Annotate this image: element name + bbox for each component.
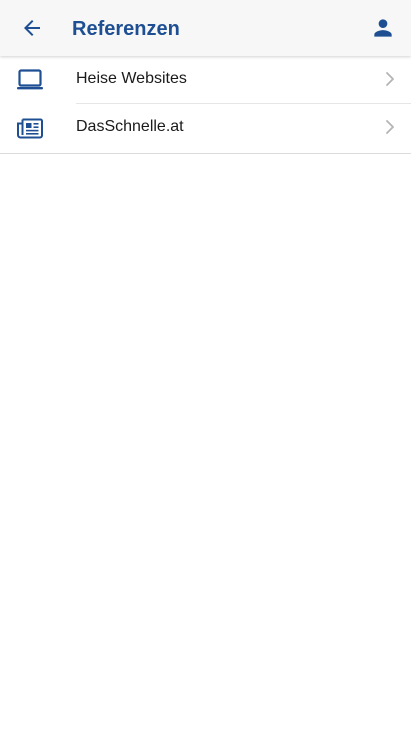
page-title: Referenzen: [72, 18, 180, 40]
chevron-right-icon: [383, 69, 397, 89]
list-item-heise-websites[interactable]: Heise Websites: [0, 56, 411, 104]
chevron-right-icon: [383, 117, 397, 137]
account-button[interactable]: [363, 8, 403, 48]
list-item-dasschnelle[interactable]: DasSchnelle.at: [0, 104, 411, 153]
laptop-icon: [16, 66, 44, 94]
list-item-label: Heise Websites: [76, 70, 187, 87]
references-list: Heise Websites DasSchnelle.at: [0, 56, 411, 154]
references-screen: Referenzen Heise Websites DasSchnelle.at: [0, 0, 411, 731]
app-bar: Referenzen: [0, 0, 411, 56]
arrow-left-icon: [24, 20, 40, 36]
list-item-label: DasSchnelle.at: [76, 118, 184, 135]
person-icon: [374, 19, 392, 37]
back-button[interactable]: [12, 8, 52, 48]
newspaper-icon: [16, 114, 44, 142]
